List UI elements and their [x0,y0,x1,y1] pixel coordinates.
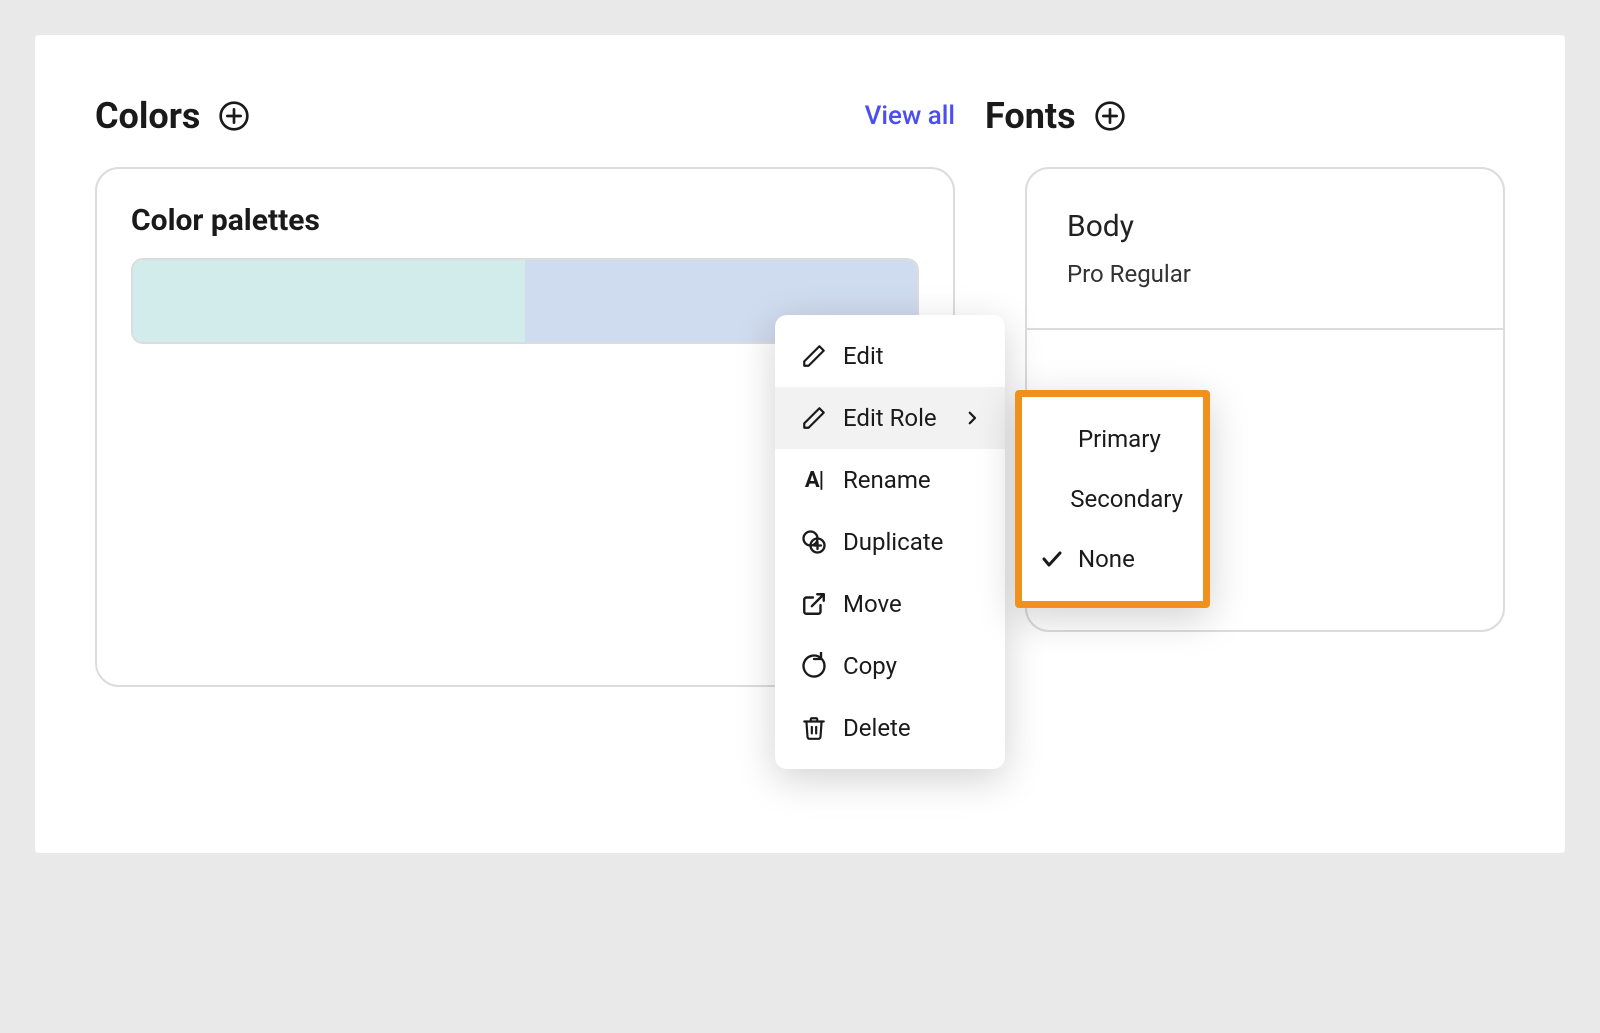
menu-item-label: Move [843,590,902,618]
menu-item-delete[interactable]: Delete [775,697,1005,759]
menu-item-copy[interactable]: Copy [775,635,1005,697]
role-option-label: None [1078,545,1135,573]
copy-sync-icon [799,651,829,681]
role-option-primary[interactable]: Primary [1022,409,1203,469]
color-context-menu: Edit Edit Role A| Rename Duplicate [775,315,1005,769]
colors-title: Colors [95,95,200,137]
font-role-label: Body [1067,209,1463,244]
move-external-icon [799,589,829,619]
fonts-title: Fonts [985,95,1076,137]
menu-item-label: Edit [843,342,884,370]
role-option-label: Secondary [1070,485,1183,513]
checkmark-icon [1038,545,1066,573]
menu-item-duplicate[interactable]: Duplicate [775,511,1005,573]
trash-icon [799,713,829,743]
chevron-right-icon [963,409,981,427]
menu-item-edit-role[interactable]: Edit Role [775,387,1005,449]
duplicate-icon [799,527,829,557]
role-option-none[interactable]: None [1022,529,1203,589]
pencil-icon [799,403,829,433]
palette-swatch[interactable] [133,260,525,342]
menu-item-label: Duplicate [843,528,943,556]
add-font-button[interactable] [1092,98,1128,134]
menu-item-label: Copy [843,652,897,680]
fonts-header: Fonts [985,95,1505,137]
role-option-secondary[interactable]: Secondary [1022,469,1203,529]
color-palettes-heading: Color palettes [131,203,919,238]
menu-item-label: Delete [843,714,911,742]
menu-item-rename[interactable]: A| Rename [775,449,1005,511]
edit-role-submenu: Primary Secondary None [1015,390,1210,608]
plus-circle-icon [1094,100,1126,132]
check-slot [1038,425,1066,453]
menu-item-label: Rename [843,466,931,494]
menu-item-move[interactable]: Move [775,573,1005,635]
plus-circle-icon [218,100,250,132]
check-slot [1038,485,1058,513]
role-option-label: Primary [1078,425,1161,453]
font-name-label: Pro Regular [1067,260,1463,288]
colors-header: Colors View all [95,95,955,137]
menu-item-edit[interactable]: Edit [775,325,1005,387]
add-color-button[interactable] [216,98,252,134]
font-block-body[interactable]: Body Pro Regular [1027,169,1503,330]
menu-item-label: Edit Role [843,404,937,432]
rename-ai-icon: A| [799,465,829,495]
pencil-icon [799,341,829,371]
view-all-colors-link[interactable]: View all [865,101,955,131]
